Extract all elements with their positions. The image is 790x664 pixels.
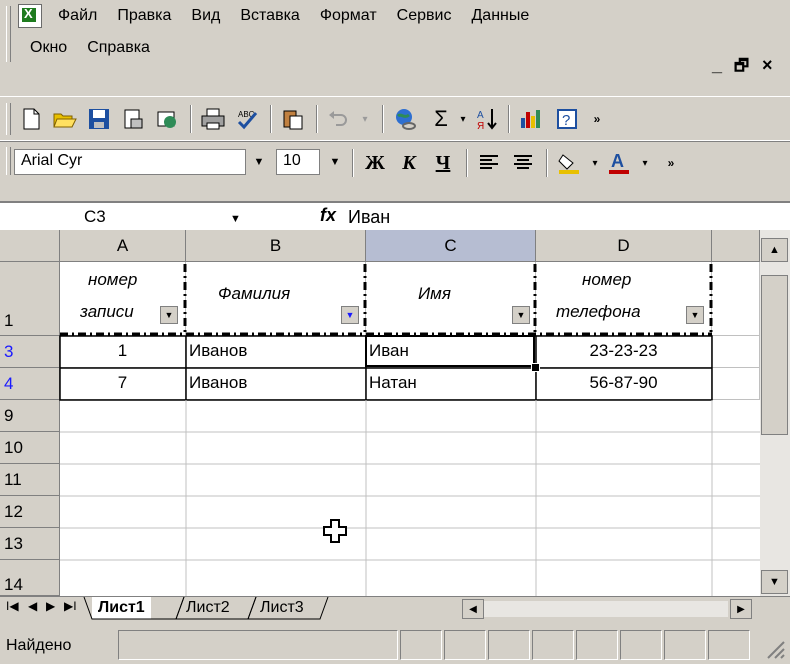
restore-button[interactable]: 🗗	[734, 55, 749, 82]
minimize-button[interactable]: _	[712, 55, 722, 76]
chart-icon[interactable]	[516, 104, 546, 134]
menu-window[interactable]: Окно	[20, 39, 77, 57]
menu-help[interactable]: Справка	[77, 39, 160, 57]
align-center-icon[interactable]	[508, 148, 538, 178]
menu-edit[interactable]: Правка	[107, 7, 181, 25]
scroll-down-icon[interactable]: ▼	[761, 570, 788, 594]
status-panel	[664, 630, 706, 660]
scroll-thumb[interactable]	[761, 275, 788, 435]
cell-cursor-icon	[323, 519, 347, 543]
toolbar-separator	[190, 105, 192, 133]
open-icon[interactable]	[50, 104, 80, 134]
hscroll-left-icon[interactable]: ◀	[462, 599, 484, 619]
sort-icon[interactable]: АЯ	[472, 104, 502, 134]
svg-text:A: A	[611, 151, 624, 171]
name-box[interactable]: C3	[0, 203, 262, 231]
horizontal-scroll-track[interactable]	[484, 601, 728, 617]
formula-input[interactable]: Иван	[348, 203, 390, 231]
fill-handle[interactable]	[531, 363, 540, 372]
align-left-icon[interactable]	[474, 148, 504, 178]
close-button[interactable]: ×	[762, 55, 773, 76]
toolbar-separator	[508, 105, 510, 133]
status-panel	[620, 630, 662, 660]
menu-tools[interactable]: Сервис	[387, 7, 462, 25]
underline-button[interactable]: Ч	[428, 148, 458, 178]
toolbar-options-icon[interactable]: »	[656, 148, 686, 178]
bold-button[interactable]: Ж	[360, 148, 390, 178]
print-icon[interactable]	[198, 104, 228, 134]
resize-grip-icon[interactable]	[764, 638, 786, 660]
menu-row-2: Окно Справка	[20, 32, 160, 64]
last-sheet-icon[interactable]: ▶I	[64, 599, 77, 613]
permission-icon[interactable]	[118, 104, 148, 134]
font-size-dropdown-icon[interactable]: ▼	[326, 150, 344, 174]
empty-cells-grid[interactable]	[60, 400, 760, 596]
menubar-grip[interactable]	[6, 6, 11, 62]
worksheet-grid[interactable]: A B C D 1 3 4 9 10 11 12 13 14 номер зап…	[0, 230, 760, 596]
paste-icon[interactable]	[278, 104, 308, 134]
font-name-dropdown-icon[interactable]: ▼	[250, 150, 268, 174]
italic-button[interactable]: К	[394, 148, 424, 178]
status-panel	[118, 630, 398, 660]
toolbar-separator	[546, 149, 548, 177]
toolbar-separator	[270, 105, 272, 133]
next-sheet-icon[interactable]: ▶	[46, 599, 55, 613]
email-icon[interactable]	[152, 104, 182, 134]
status-text: Найдено	[6, 637, 72, 654]
toolbar-separator	[382, 105, 384, 133]
hscroll-right-icon[interactable]: ▶	[730, 599, 752, 619]
font-name-combo[interactable]: Arial Cyr	[14, 149, 246, 175]
active-cell-outline	[365, 335, 535, 367]
prev-sheet-icon[interactable]: ◀	[28, 599, 37, 613]
sheet-tab-outlines	[83, 597, 329, 620]
menu-data[interactable]: Данные	[461, 7, 539, 25]
menu-row-1: Файл Правка Вид Вставка Формат Сервис Да…	[48, 0, 539, 32]
first-sheet-icon[interactable]: I◀	[6, 599, 19, 613]
help-icon[interactable]: ?	[552, 104, 582, 134]
workbook-icon[interactable]	[18, 4, 42, 28]
svg-text:А: А	[477, 110, 484, 121]
toolbar-separator	[352, 149, 354, 177]
hyperlink-icon[interactable]	[390, 104, 420, 134]
undo-dropdown-icon[interactable]: ▾	[350, 104, 380, 134]
svg-text:?: ?	[562, 112, 570, 129]
menu-format[interactable]: Формат	[310, 7, 387, 25]
save-icon[interactable]	[84, 104, 114, 134]
status-panel	[444, 630, 486, 660]
menu-bar: Файл Правка Вид Вставка Формат Сервис Да…	[0, 0, 790, 96]
status-panel	[488, 630, 530, 660]
spelling-icon[interactable]: ABC	[232, 104, 262, 134]
menu-view[interactable]: Вид	[181, 7, 230, 25]
scroll-up-icon[interactable]: ▲	[761, 238, 788, 262]
status-panel	[576, 630, 618, 660]
toolbar-grip[interactable]	[6, 103, 11, 135]
formatting-toolbar: Arial Cyr ▼ 10 ▼ Ж К Ч ▾ A ▾ »	[0, 140, 790, 202]
menu-insert[interactable]: Вставка	[230, 7, 309, 25]
font-size-combo[interactable]: 10	[276, 149, 320, 175]
status-panel	[708, 630, 750, 660]
status-bar: Найдено	[0, 624, 790, 664]
vertical-scrollbar[interactable]: ▲ ▼	[760, 230, 790, 596]
standard-toolbar: ABC ▾ Σ ▾ АЯ ? »	[0, 96, 790, 142]
menu-file[interactable]: Файл	[48, 7, 107, 25]
toolbar-separator	[316, 105, 318, 133]
sheet-tabs-bar: I◀ ◀ ▶ ▶I Лист1 Лист2 Лист3 ◀ ▶	[0, 596, 790, 621]
formula-bar: C3 ▼ fx Иван	[0, 202, 790, 231]
status-panel	[532, 630, 574, 660]
toolbar-grip[interactable]	[6, 147, 11, 175]
toolbar-options-icon[interactable]: »	[582, 104, 612, 134]
insert-function-icon[interactable]: fx	[320, 205, 336, 226]
name-box-dropdown-icon[interactable]: ▼	[230, 213, 241, 225]
svg-text:Я: Я	[477, 121, 484, 131]
toolbar-separator	[466, 149, 468, 177]
new-icon[interactable]	[16, 104, 46, 134]
status-panel	[400, 630, 442, 660]
